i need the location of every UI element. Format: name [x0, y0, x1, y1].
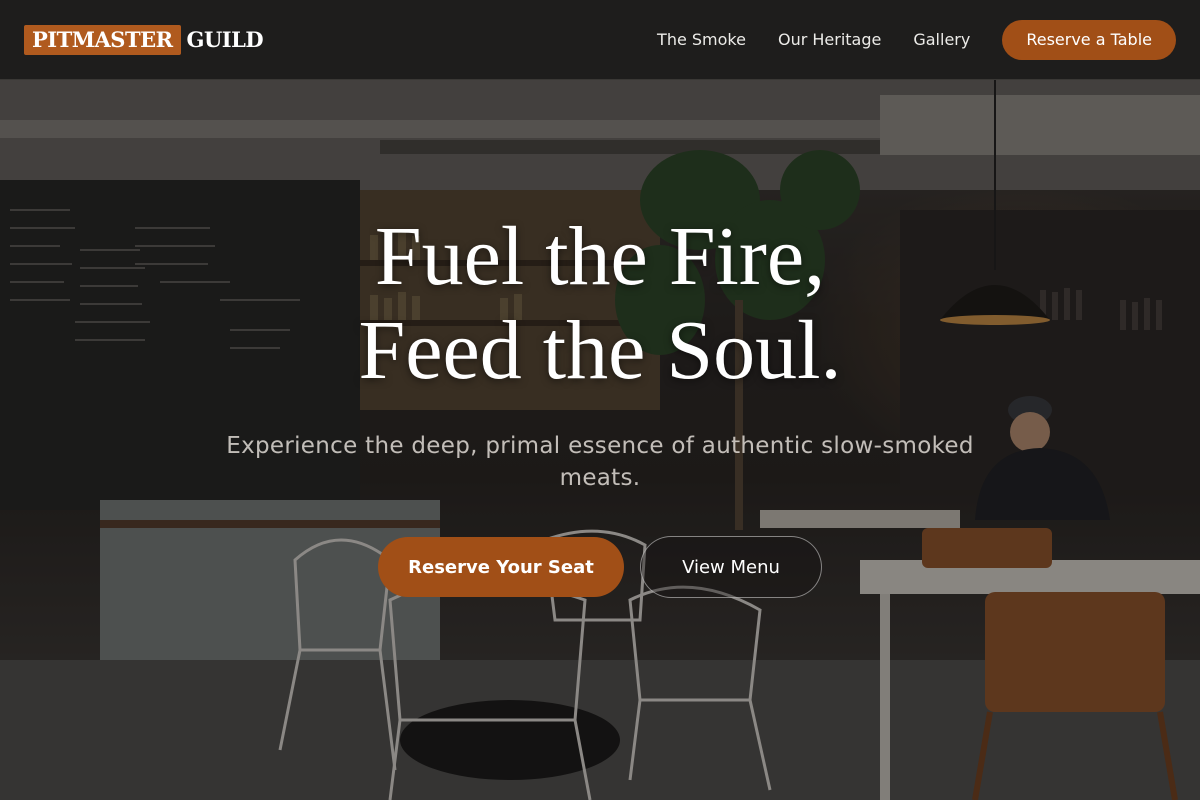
- nav-link-the-smoke[interactable]: The Smoke: [657, 30, 746, 49]
- headline-line-1: Fuel the Fire,: [374, 210, 826, 303]
- logo-highlight-box: PITMASTER: [24, 24, 181, 55]
- hero-cta-row: Reserve Your Seat View Menu: [0, 536, 1200, 598]
- hero-headline: Fuel the Fire, Feed the Soul.: [0, 210, 1200, 398]
- view-menu-button[interactable]: View Menu: [640, 536, 822, 598]
- reserve-seat-button[interactable]: Reserve Your Seat: [378, 537, 624, 597]
- nav-link-our-heritage[interactable]: Our Heritage: [778, 30, 881, 49]
- nav-links: The Smoke Our Heritage Gallery Reserve a…: [625, 19, 1176, 60]
- hero-content: Fuel the Fire, Feed the Soul. Experience…: [0, 210, 1200, 598]
- reserve-table-button[interactable]: Reserve a Table: [1002, 19, 1176, 60]
- nav-link-gallery[interactable]: Gallery: [913, 30, 970, 49]
- hero-subtitle: Experience the deep, primal essence of a…: [226, 433, 974, 491]
- logo-text: GUILD: [186, 27, 264, 52]
- brand-logo[interactable]: PITMASTER GUILD: [24, 24, 264, 55]
- headline-line-2: Feed the Soul.: [358, 304, 842, 397]
- top-navbar: PITMASTER GUILD The Smoke Our Heritage G…: [0, 0, 1200, 80]
